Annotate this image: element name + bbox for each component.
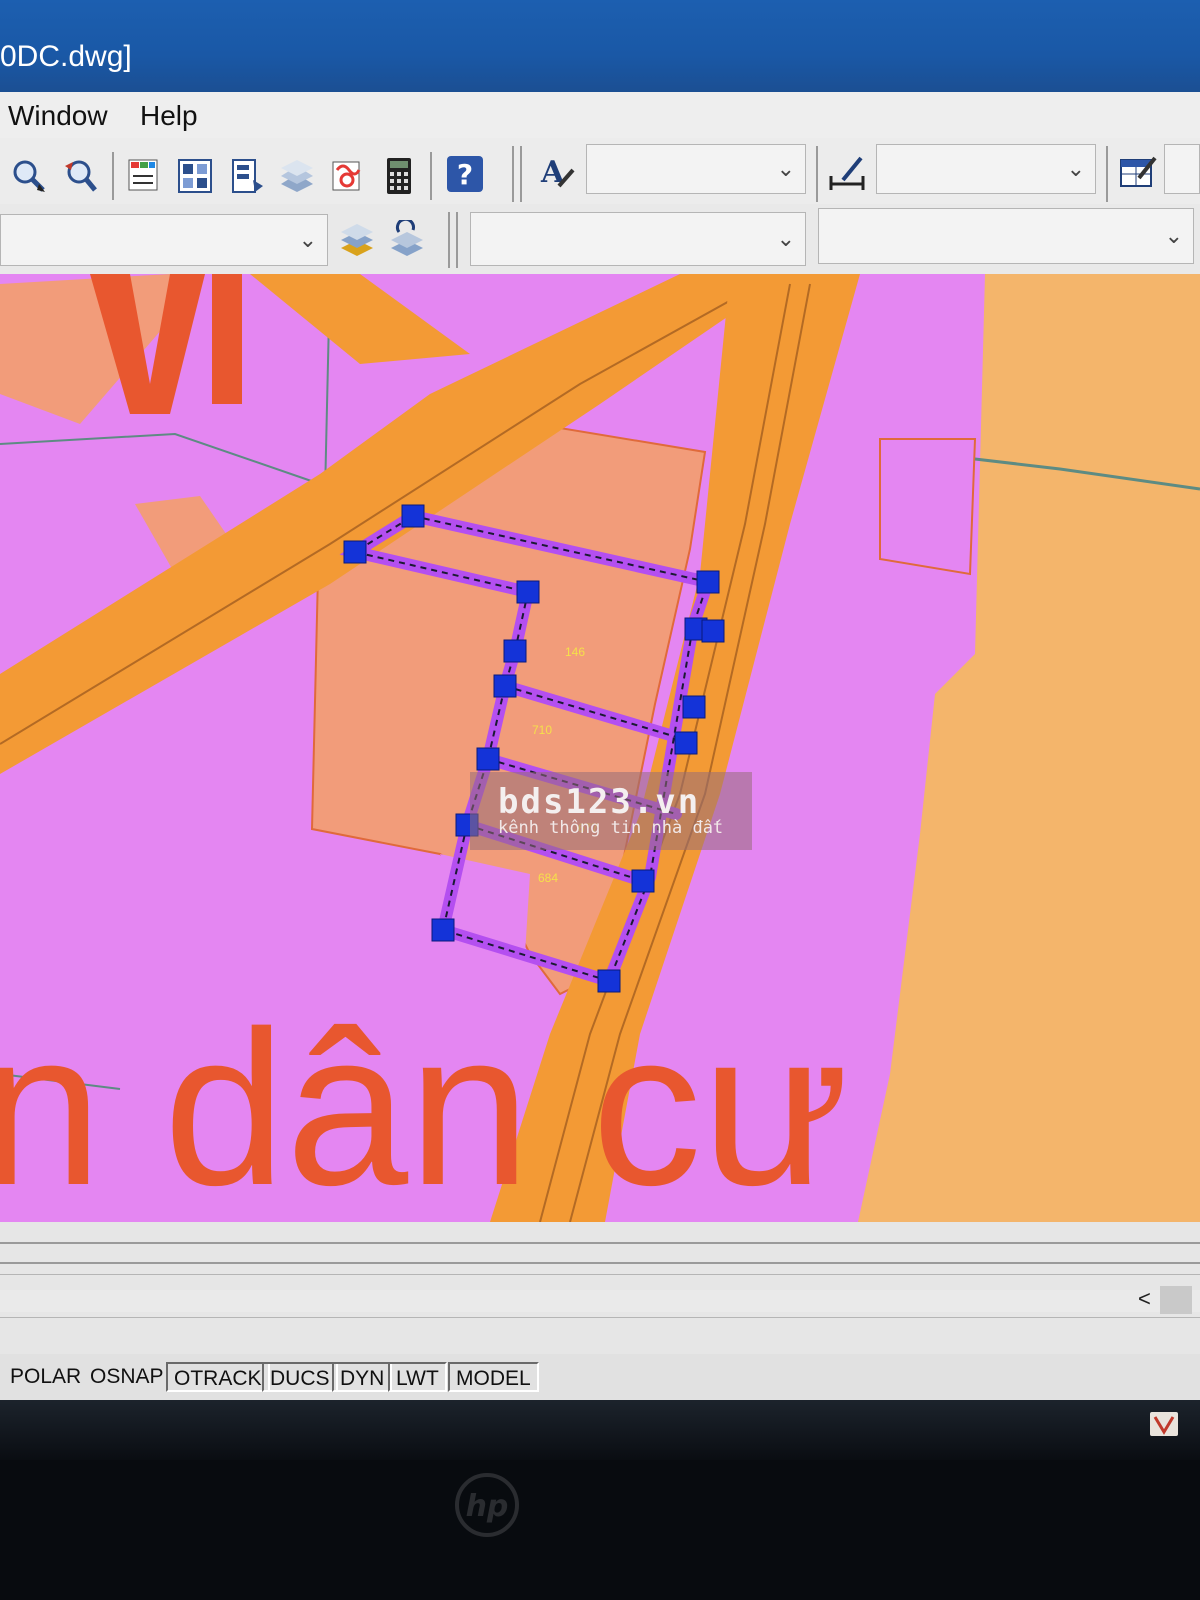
- zone-orange-east: [858, 274, 1200, 1222]
- tray-icon[interactable]: [1150, 1412, 1178, 1436]
- table-style-icon[interactable]: [1116, 150, 1158, 194]
- layer-combo[interactable]: ⌄: [0, 214, 328, 266]
- text-style-combo[interactable]: ⌄: [586, 144, 806, 194]
- watermark-title: bds123.vn: [498, 782, 701, 822]
- dim-style-combo[interactable]: ⌄: [876, 144, 1096, 194]
- map-text-residential: n dân cư: [0, 985, 849, 1222]
- divider: [0, 1317, 1200, 1318]
- status-osnap[interactable]: OSNAP: [84, 1362, 170, 1392]
- tool-palettes-icon[interactable]: [226, 154, 268, 198]
- status-ducs[interactable]: DUCS: [262, 1362, 338, 1392]
- menu-help[interactable]: Help: [140, 100, 198, 132]
- help-icon[interactable]: ?: [444, 152, 486, 196]
- toolbar-separator: [430, 152, 432, 200]
- properties-icon[interactable]: [124, 154, 166, 198]
- zoom-realtime-icon[interactable]: [8, 154, 50, 198]
- cad-drawing[interactable]: 146 710 677 684 n dân cư: [0, 274, 1200, 1222]
- lot-label-146: 146: [565, 645, 585, 659]
- status-dyn[interactable]: DYN: [332, 1362, 393, 1392]
- toolbar-separator: [112, 152, 114, 200]
- svg-text:?: ?: [457, 158, 473, 191]
- linetype-combo[interactable]: ⌄: [818, 208, 1194, 264]
- road-segment: [250, 274, 470, 364]
- window-title: 0DC.dwg]: [0, 40, 132, 73]
- color-combo[interactable]: ⌄: [470, 212, 806, 266]
- chevron-down-icon: ⌄: [298, 227, 317, 252]
- lot-label-684: 684: [538, 871, 558, 885]
- menu-window[interactable]: Window: [8, 100, 108, 132]
- watermark-subtitle: kênh thông tin nhà đất: [498, 818, 724, 838]
- text-style-icon[interactable]: A: [536, 150, 578, 194]
- table-style-combo[interactable]: [1164, 144, 1200, 194]
- scroll-left-arrow-icon[interactable]: <: [1138, 1286, 1151, 1312]
- chevron-down-icon: ⌄: [776, 226, 795, 251]
- parcel-outline: [879, 438, 977, 576]
- divider: [0, 1274, 1200, 1275]
- toolbar-separator: [520, 146, 522, 202]
- toolbar-separator: [816, 146, 818, 202]
- drawing-canvas[interactable]: 146 710 677 684 n dân cư: [0, 274, 1200, 1222]
- dimension-style-icon[interactable]: [826, 150, 868, 194]
- layer-states-icon[interactable]: [386, 218, 428, 262]
- hp-logo: hp: [448, 1472, 526, 1538]
- laptop-bezel: hp: [0, 1400, 1200, 1600]
- command-area[interactable]: <: [0, 1222, 1200, 1354]
- horizontal-scrollbar[interactable]: [0, 1290, 1200, 1312]
- markup-icon[interactable]: [326, 154, 368, 198]
- chevron-down-icon: ⌄: [1164, 223, 1183, 248]
- lot-label-710: 710: [532, 723, 552, 737]
- status-lwt[interactable]: LWT: [388, 1362, 447, 1392]
- boundary-line: [0, 432, 321, 485]
- toolbar-separator: [456, 212, 458, 268]
- toolbar-separator: [448, 212, 450, 268]
- design-center-icon[interactable]: [174, 154, 216, 198]
- svg-text:hp: hp: [466, 1489, 509, 1524]
- sheet-set-icon[interactable]: [276, 154, 318, 198]
- chevron-down-icon: ⌄: [776, 156, 795, 181]
- taskbar: [0, 1400, 1200, 1460]
- toolbar-separator: [1106, 146, 1108, 202]
- calculator-icon[interactable]: [378, 154, 420, 198]
- toolbar-separator: [512, 146, 514, 202]
- status-model[interactable]: MODEL: [448, 1362, 539, 1392]
- status-polar[interactable]: POLAR: [4, 1362, 87, 1392]
- chevron-down-icon: ⌄: [1066, 156, 1085, 181]
- title-bar: 0DC.dwg]: [0, 0, 1200, 92]
- divider: [0, 1262, 1200, 1264]
- divider: [0, 1242, 1200, 1244]
- layer-previous-icon[interactable]: [336, 218, 378, 262]
- zoom-previous-icon[interactable]: [58, 154, 100, 198]
- status-otrack[interactable]: OTRACK: [166, 1362, 270, 1392]
- scroll-thumb[interactable]: [1160, 1286, 1192, 1314]
